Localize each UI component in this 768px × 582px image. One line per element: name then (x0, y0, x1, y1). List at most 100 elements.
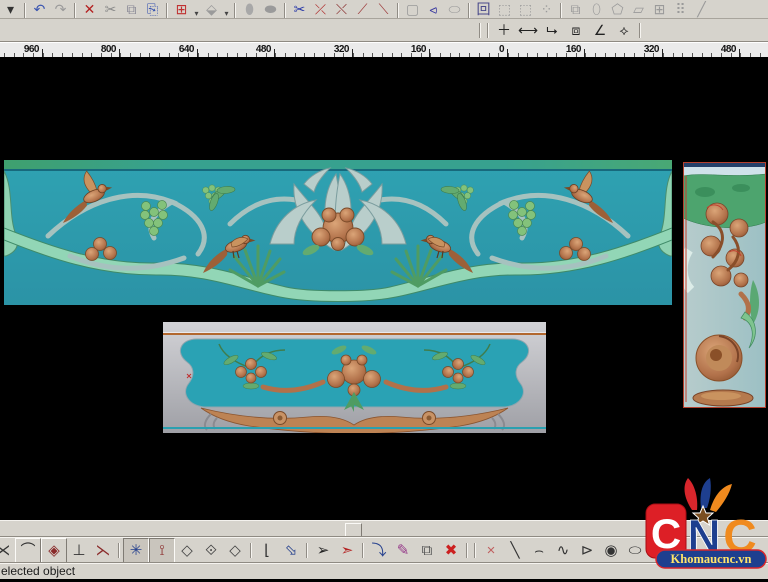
outline-b-icon[interactable]: ⬚ (515, 0, 536, 18)
redo-icon[interactable]: ↷ (50, 0, 71, 18)
top-toolbar-row2: ＋ ⟷ ⮡ ⧈ ∠ ⟡ (0, 19, 768, 42)
sheet-delete-icon[interactable]: ⧉ (415, 539, 439, 562)
delete-icon[interactable]: ✕ (79, 0, 100, 18)
draw-circle-icon[interactable]: ◉ (599, 539, 623, 562)
knife-icon[interactable]: ⪦ (423, 0, 444, 18)
measure-distance-icon[interactable]: ⟷ (516, 20, 540, 40)
node-snap-icon[interactable]: ⟟ (149, 537, 175, 563)
line-tool-icon[interactable]: ╱ (691, 0, 712, 18)
ruler-label: 960 (23, 44, 40, 55)
pen-a-icon[interactable]: ⟋ (352, 0, 373, 18)
measure-area-icon[interactable]: ⟡ (612, 20, 636, 40)
draw-curve-icon[interactable]: ∿ (551, 539, 575, 562)
paste-icon[interactable]: ⎘ (142, 0, 163, 18)
ruler-major-tick (197, 49, 198, 57)
ruler-label: 160 (410, 44, 427, 55)
measure-angle-icon[interactable]: ∠ (588, 20, 612, 40)
copy-icon[interactable]: ⧉ (121, 0, 142, 18)
view-cube-dropdown-icon[interactable]: ▾ (222, 9, 231, 18)
style-dropdown-icon[interactable]: ▾ (0, 0, 21, 18)
top-toolbar-row1: ▾ ↶ ↷ ✕ ✂ ⧉ ⎘ ⊞ ▾ ⬙ ▾ ⬮ ⬬ ✂ ⤫ ⤬ ⟋ ⟍ ▢ ⪦ ⬭ 回 ⬚ ⬚ ⁘ ⧉ ⬯ ⬠ ▱ ⊞ ⠿ ╱ (0, 0, 768, 19)
ruler-label: 320 (643, 44, 660, 55)
ruler-label: 800 (100, 44, 117, 55)
tangent-branch-icon[interactable]: ⋋ (91, 539, 115, 562)
diamond-node-icon[interactable]: ◈ (41, 537, 67, 563)
select-poly-icon[interactable]: ⋉ (0, 539, 15, 562)
logo-ray-orange (710, 484, 732, 512)
polygon-icon[interactable]: ⬠ (607, 0, 628, 18)
cylinder-icon[interactable]: ⬯ (586, 0, 607, 18)
toolbar-separator (487, 22, 489, 38)
toolbar-separator (24, 3, 26, 18)
vertical-relief-column[interactable] (683, 162, 766, 408)
micro-cross-icon[interactable]: × (479, 539, 503, 562)
toolbar-separator (74, 3, 76, 18)
arc-tool-icon[interactable]: ⌒ (15, 537, 41, 563)
measure-step-icon[interactable]: ⮡ (540, 20, 564, 40)
weld-base-icon[interactable]: ⌊ (255, 539, 279, 562)
toolbar-separator (306, 542, 308, 558)
scrollbar-thumb[interactable] (345, 523, 362, 537)
pen-confirm-icon[interactable]: ✎ (391, 539, 415, 562)
origin-cross-dropdown-icon[interactable]: ▾ (192, 9, 201, 18)
undo-icon[interactable]: ↶ (29, 0, 50, 18)
diamond-top-icon[interactable]: ◇ (175, 539, 199, 562)
probe-cross-icon[interactable]: ＋ (492, 20, 516, 40)
application-window: ▾ ↶ ↷ ✕ ✂ ⧉ ⎘ ⊞ ▾ ⬙ ▾ ⬮ ⬬ ✂ ⤫ ⤬ ⟋ ⟍ ▢ ⪦ ⬭ 回 ⬚ ⬚ ⁘ ⧉ ⬯ ⬠ ▱ ⊞ ⠿ ╱ ＋ ⟷ ⮡ ⧈ ∠ ⟡ … (0, 0, 768, 582)
snip-icon[interactable]: ✂ (289, 0, 310, 18)
drawing-canvas[interactable] (0, 57, 768, 520)
table-icon[interactable]: ⊞ (649, 0, 670, 18)
logo-ray-blue (700, 478, 711, 508)
ruler-major-tick (42, 49, 43, 57)
cut-icon[interactable]: ✂ (100, 0, 121, 18)
ruler-label: 320 (333, 44, 350, 55)
perpendicular-icon[interactable]: ⊥ (67, 539, 91, 562)
logo-ray-red (684, 478, 698, 510)
ruler-label: 480 (255, 44, 272, 55)
toolbar-separator (250, 542, 252, 558)
ruler-major-tick (352, 49, 353, 57)
node-cross-b-icon[interactable]: ⤬ (331, 0, 352, 18)
toolbar-separator (362, 542, 364, 558)
ruler-major-tick (739, 49, 740, 57)
tool-oval-a-icon[interactable]: ⬮ (239, 0, 260, 18)
eraser-icon[interactable]: ⬭ (444, 0, 465, 18)
view-cube-icon[interactable]: ⬙ (201, 0, 222, 18)
toolbar-separator (234, 3, 236, 18)
rect-node-icon[interactable]: ▢ (402, 0, 423, 18)
small-relief-panel[interactable] (163, 322, 546, 433)
node-cross-a-icon[interactable]: ⤫ (310, 0, 331, 18)
draw-polygon-icon[interactable]: ⊳ (575, 539, 599, 562)
nested-squares-icon[interactable]: 回 (473, 0, 494, 18)
cnc-watermark-logo: C N C Khomaucnc.vn (640, 478, 768, 573)
grid-dots-icon[interactable]: ⠿ (670, 0, 691, 18)
draw-line-icon[interactable]: ╲ (503, 539, 527, 562)
diamond-right-icon[interactable]: ◇ (223, 539, 247, 562)
toolbar-separator (639, 22, 641, 38)
snap-grid-icon[interactable]: ✳ (123, 537, 149, 563)
outline-a-icon[interactable]: ⬚ (494, 0, 515, 18)
dots-icon[interactable]: ⁘ (536, 0, 557, 18)
pair-squares-icon[interactable]: ⧉ (565, 0, 586, 18)
ruler-label: 640 (178, 44, 195, 55)
tool-oval-b-icon[interactable]: ⬬ (260, 0, 281, 18)
drop-shape-icon[interactable]: ⤵ (367, 539, 391, 562)
toolbar-separator (479, 22, 481, 38)
cursor-delete-icon[interactable]: ➣ (335, 539, 359, 562)
cursor-snap-icon[interactable]: ➢ (311, 539, 335, 562)
origin-cross-icon[interactable]: ⊞ (171, 0, 192, 18)
delete-object-icon[interactable]: ✖ (439, 539, 463, 562)
weld-arrow-icon[interactable]: ⬂ (279, 539, 303, 562)
toolbar-separator (474, 542, 476, 558)
ruler-label: 480 (720, 44, 737, 55)
ruler-major-tick (429, 49, 430, 57)
horizontal-relief-panel[interactable] (4, 160, 672, 305)
draw-arc-icon[interactable]: ⌢ (527, 539, 551, 562)
slant-icon[interactable]: ▱ (628, 0, 649, 18)
pen-b-icon[interactable]: ⟍ (373, 0, 394, 18)
measure-rect-icon[interactable]: ⧈ (564, 20, 588, 40)
ruler-major-tick (507, 49, 508, 57)
ruler-major-tick (119, 49, 120, 57)
diamond-quad-icon[interactable]: ⟐ (199, 539, 223, 562)
